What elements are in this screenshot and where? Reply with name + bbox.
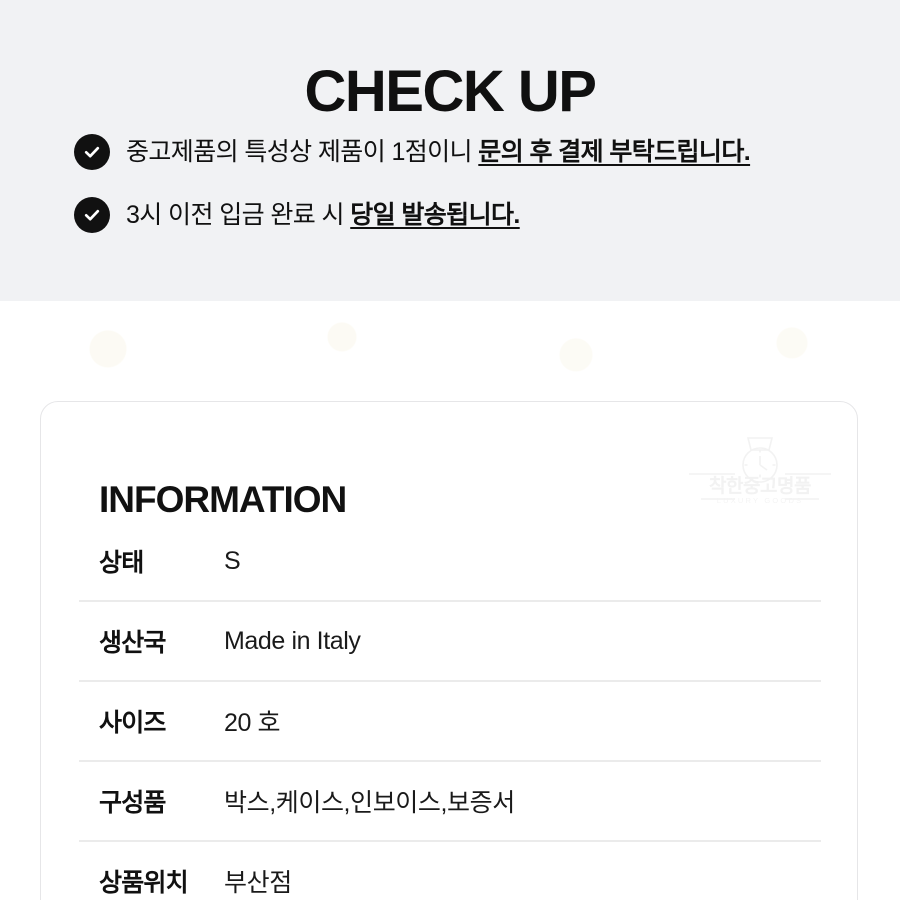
bullet-text-plain: 3시 이전 입금 완료 시 <box>126 201 351 229</box>
list-item: 중고제품의 특성상 제품이 1점이니 문의 후 결제 부탁드립니다. <box>74 133 874 171</box>
row-label: 사이즈 <box>99 709 166 737</box>
check-circle-icon <box>74 197 110 233</box>
bullet-text-emphasis: 당일 발송됩니다. <box>350 201 520 229</box>
svg-text:LUXURY GOODS: LUXURY GOODS <box>717 496 804 505</box>
row-value: 부산점 <box>224 869 292 897</box>
checkup-section: CHECK UP 중고제품의 특성상 제품이 1점이니 문의 후 결제 부탁드립… <box>0 0 900 301</box>
table-row: 생산국 Made in Italy <box>79 600 821 680</box>
information-card: INFORMATION 착한중고명품 LUXURY GOODS 상태 S 생산국… <box>40 401 858 900</box>
row-label: 구성품 <box>99 789 166 817</box>
check-circle-icon <box>74 134 110 170</box>
checkup-bullet-list: 중고제품의 특성상 제품이 1점이니 문의 후 결제 부탁드립니다. 3시 이전… <box>74 133 874 259</box>
row-value: 박스,케이스,인보이스,보증서 <box>224 789 515 817</box>
page-title: CHECK UP <box>304 58 597 124</box>
watch-logo-icon: 착한중고명품 LUXURY GOODS <box>685 434 835 510</box>
bullet-text: 3시 이전 입금 완료 시 당일 발송됩니다. <box>126 196 520 234</box>
list-item: 3시 이전 입금 완료 시 당일 발송됩니다. <box>74 196 874 234</box>
row-value: S <box>224 546 241 575</box>
bullet-text-plain: 중고제품의 특성상 제품이 1점이니 <box>126 138 479 166</box>
row-label: 생산국 <box>99 629 166 657</box>
table-row: 구성품 박스,케이스,인보이스,보증서 <box>79 760 821 840</box>
table-row: 사이즈 20 호 <box>79 680 821 760</box>
row-value: Made in Italy <box>224 626 361 655</box>
information-heading: INFORMATION <box>99 478 347 520</box>
svg-text:착한중고명품: 착한중고명품 <box>709 475 811 497</box>
information-table: 상태 S 생산국 Made in Italy 사이즈 20 호 구성품 박스,케… <box>79 522 821 900</box>
bullet-text: 중고제품의 특성상 제품이 1점이니 문의 후 결제 부탁드립니다. <box>126 133 751 171</box>
row-value: 20 호 <box>224 709 281 737</box>
row-label: 상품위치 <box>99 869 189 897</box>
table-row: 상태 S <box>79 522 821 600</box>
product-detail-page: CHECK UP 중고제품의 특성상 제품이 1점이니 문의 후 결제 부탁드립… <box>0 0 900 900</box>
table-row: 상품위치 부산점 <box>79 840 821 900</box>
row-label: 상태 <box>99 549 144 577</box>
bullet-text-emphasis: 문의 후 결제 부탁드립니다. <box>478 138 751 166</box>
